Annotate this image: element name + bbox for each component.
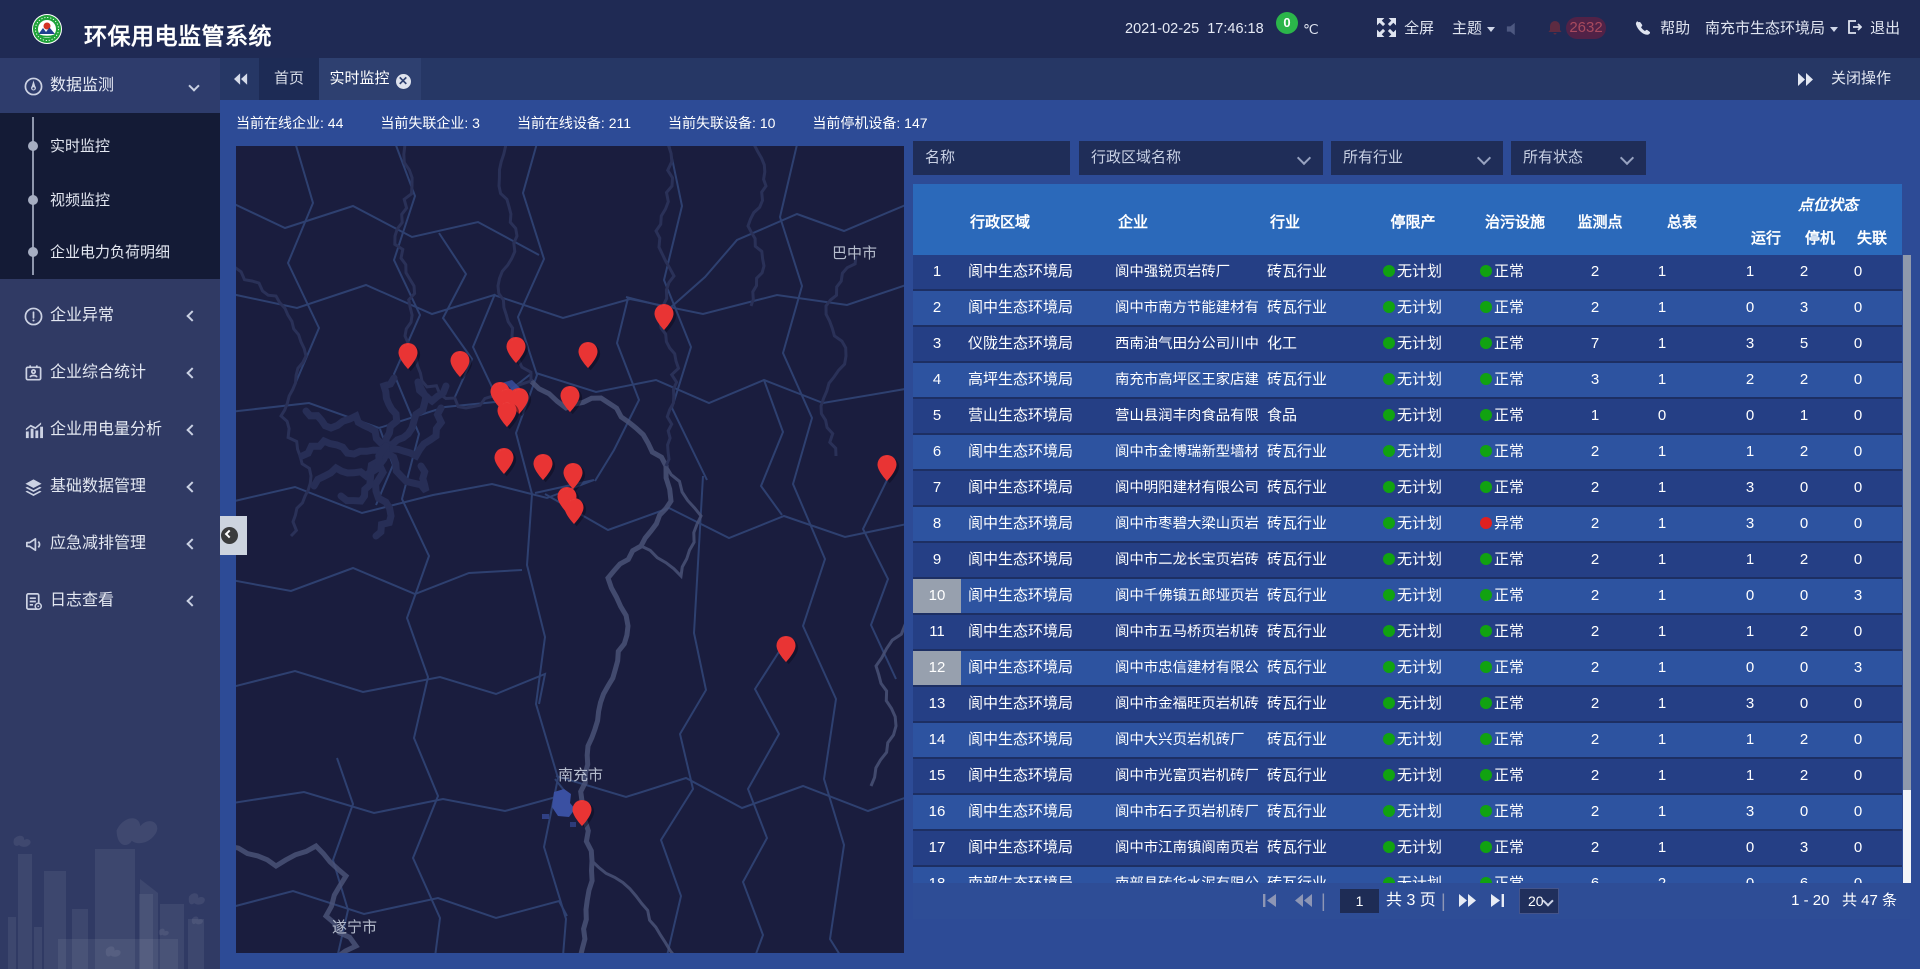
svg-text:南充市: 南充市 xyxy=(558,767,603,784)
svg-text:巴中市: 巴中市 xyxy=(832,245,877,262)
svg-text:遂宁市: 遂宁市 xyxy=(332,919,377,936)
